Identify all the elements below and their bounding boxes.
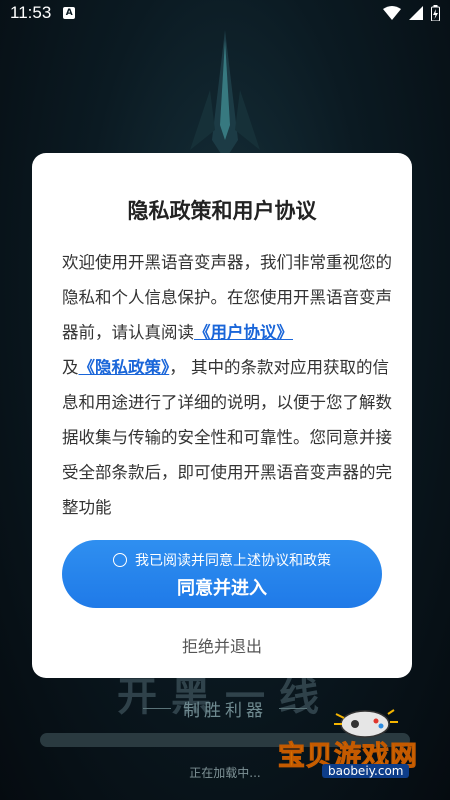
agree-label: 同意并进入: [177, 578, 267, 599]
body-and: 及: [62, 358, 79, 377]
slogan-text: 制胜利器: [183, 701, 267, 721]
dialog-body: 欢迎使用开黑语音变声器，我们非常重视您的隐私和个人信息保护。在您使用开黑语音变声…: [62, 245, 392, 525]
privacy-dialog: 隐私政策和用户协议 欢迎使用开黑语音变声器，我们非常重视您的隐私和个人信息保护。…: [32, 153, 412, 678]
consent-checkbox[interactable]: 我已阅读并同意上述协议和政策: [62, 550, 382, 570]
slogan-divider-left: [143, 708, 171, 709]
reject-button[interactable]: 拒绝并退出: [32, 633, 412, 657]
signal-icon: [409, 6, 423, 20]
status-time: 11:53: [10, 3, 52, 22]
agree-button[interactable]: 我已阅读并同意上述协议和政策 同意并进入: [62, 540, 382, 608]
watermark-url: baobeiy.com: [322, 764, 410, 778]
radio-icon[interactable]: [113, 553, 127, 567]
dialog-title: 隐私政策和用户协议: [127, 199, 317, 223]
status-bar: 11:53 A: [0, 0, 450, 26]
site-watermark: 宝贝游戏网 baobeiy.com: [278, 704, 450, 800]
spire-emblem-icon: [190, 30, 260, 160]
consent-text: 我已阅读并同意上述协议和政策: [135, 553, 331, 569]
privacy-policy-link[interactable]: 《隐私政策》: [79, 358, 170, 377]
wifi-icon: [383, 6, 401, 20]
app-notification-icon: A: [63, 7, 76, 19]
body-rest: ， 其中的条款对应用获取的信息和用途进行了详细的说明，以便于您了解数据收集与传输…: [62, 358, 392, 517]
user-agreement-link[interactable]: 《用户协议》: [194, 323, 293, 342]
battery-icon: [431, 5, 440, 21]
status-icons: [383, 5, 440, 21]
